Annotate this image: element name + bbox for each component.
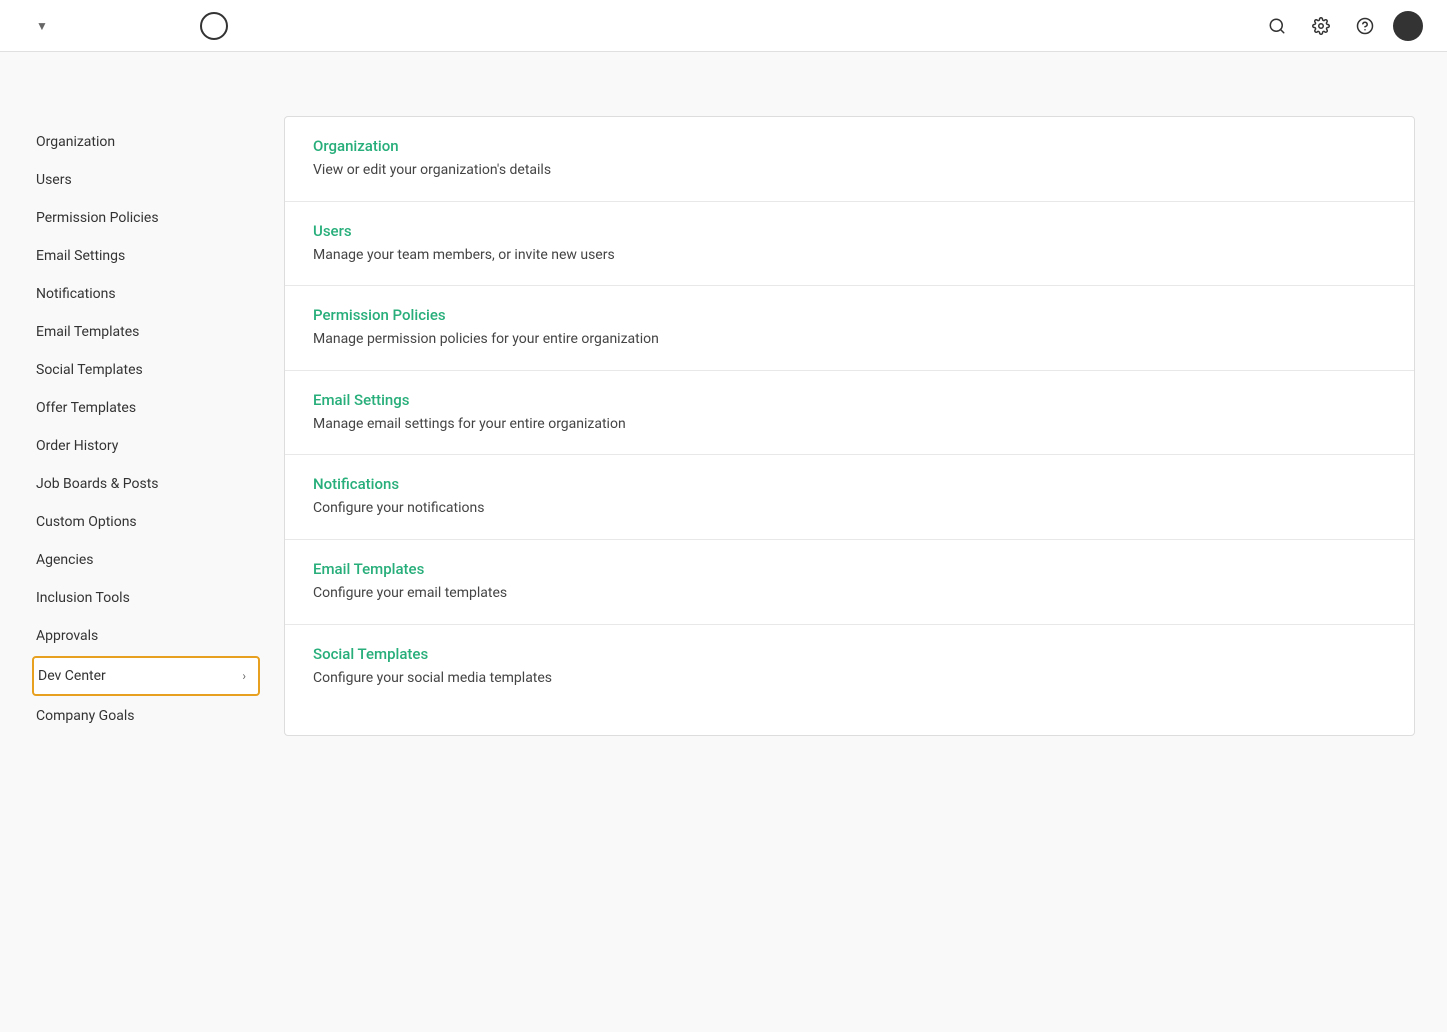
sidebar-item-custom-options[interactable]: Custom Options <box>32 504 260 540</box>
sidebar-item-label: Order History <box>36 438 118 454</box>
content-panel: Organization View or edit your organizati… <box>284 116 1415 736</box>
sidebar: Organization Users Permission Policies Emai… <box>32 116 260 736</box>
sidebar-item-label: Dev Center <box>38 668 106 684</box>
sidebar-item-offer-templates[interactable]: Offer Templates <box>32 390 260 426</box>
content-item-permission-policies: Permission Policies Manage permission pol… <box>285 286 1414 371</box>
sidebar-item-label: Inclusion Tools <box>36 590 130 606</box>
main-layout: Organization Users Permission Policies Emai… <box>32 116 1415 736</box>
search-icon[interactable] <box>1261 10 1293 42</box>
sidebar-item-label: Social Templates <box>36 362 143 378</box>
content-item-description: Configure your social media templates <box>313 669 1386 689</box>
sidebar-item-job-boards-posts[interactable]: Job Boards & Posts <box>32 466 260 502</box>
sidebar-item-permission-policies[interactable]: Permission Policies <box>32 200 260 236</box>
top-navigation: ▼ <box>0 0 1447 52</box>
content-item-title[interactable]: Notifications <box>313 475 1386 493</box>
user-avatar[interactable] <box>1393 11 1423 41</box>
content-item-description: Configure your notifications <box>313 499 1386 519</box>
sidebar-item-label: Email Settings <box>36 248 125 264</box>
sidebar-item-label: Organization <box>36 134 115 150</box>
sidebar-item-email-templates[interactable]: Email Templates <box>32 314 260 350</box>
add-button[interactable] <box>200 12 228 40</box>
sidebar-item-notifications[interactable]: Notifications <box>32 276 260 312</box>
content-item-title[interactable]: Email Templates <box>313 560 1386 578</box>
sidebar-item-inclusion-tools[interactable]: Inclusion Tools <box>32 580 260 616</box>
nav-links <box>80 12 1261 40</box>
sidebar-item-users[interactable]: Users <box>32 162 260 198</box>
content-item-organization: Organization View or edit your organizati… <box>285 117 1414 202</box>
content-item-title[interactable]: Permission Policies <box>313 306 1386 324</box>
brand-chevron-icon: ▼ <box>36 19 48 33</box>
sidebar-item-label: Permission Policies <box>36 210 159 226</box>
page-content: Organization Users Permission Policies Emai… <box>0 52 1447 768</box>
sidebar-item-dev-center[interactable]: Dev Center › <box>32 656 260 696</box>
sidebar-item-label: Offer Templates <box>36 400 136 416</box>
sidebar-item-label: Job Boards & Posts <box>36 476 159 492</box>
content-item-title[interactable]: Email Settings <box>313 391 1386 409</box>
content-item-social-templates: Social Templates Configure your social me… <box>285 625 1414 709</box>
content-item-description: Configure your email templates <box>313 584 1386 604</box>
sidebar-item-label: Approvals <box>36 628 98 644</box>
sidebar-item-email-settings[interactable]: Email Settings <box>32 238 260 274</box>
content-item-email-templates: Email Templates Configure your email temp… <box>285 540 1414 625</box>
sidebar-item-company-goals[interactable]: Company Goals <box>32 698 260 734</box>
nav-right-actions <box>1261 10 1423 42</box>
content-item-description: Manage email settings for your entire or… <box>313 415 1386 435</box>
content-item-email-settings: Email Settings Manage email settings for … <box>285 371 1414 456</box>
sidebar-item-organization[interactable]: Organization <box>32 124 260 160</box>
sidebar-item-label: Company Goals <box>36 708 134 724</box>
content-item-notifications: Notifications Configure your notification… <box>285 455 1414 540</box>
sidebar-item-label: Agencies <box>36 552 94 568</box>
sidebar-item-social-templates[interactable]: Social Templates <box>32 352 260 388</box>
settings-icon[interactable] <box>1305 10 1337 42</box>
brand-logo[interactable]: ▼ <box>24 19 48 33</box>
sidebar-item-label: Email Templates <box>36 324 139 340</box>
content-item-description: Manage your team members, or invite new … <box>313 246 1386 266</box>
sidebar-item-label: Notifications <box>36 286 116 302</box>
help-icon[interactable] <box>1349 10 1381 42</box>
content-item-description: View or edit your organization's details <box>313 161 1386 181</box>
sidebar-item-label: Users <box>36 172 72 188</box>
sidebar-item-approvals[interactable]: Approvals <box>32 618 260 654</box>
sidebar-item-order-history[interactable]: Order History <box>32 428 260 464</box>
content-item-description: Manage permission policies for your enti… <box>313 330 1386 350</box>
sidebar-item-agencies[interactable]: Agencies <box>32 542 260 578</box>
sidebar-item-label: Custom Options <box>36 514 137 530</box>
content-item-title[interactable]: Users <box>313 222 1386 240</box>
content-item-title[interactable]: Organization <box>313 137 1386 155</box>
chevron-right-icon: › <box>242 669 246 683</box>
content-item-title[interactable]: Social Templates <box>313 645 1386 663</box>
content-item-users: Users Manage your team members, or invite… <box>285 202 1414 287</box>
